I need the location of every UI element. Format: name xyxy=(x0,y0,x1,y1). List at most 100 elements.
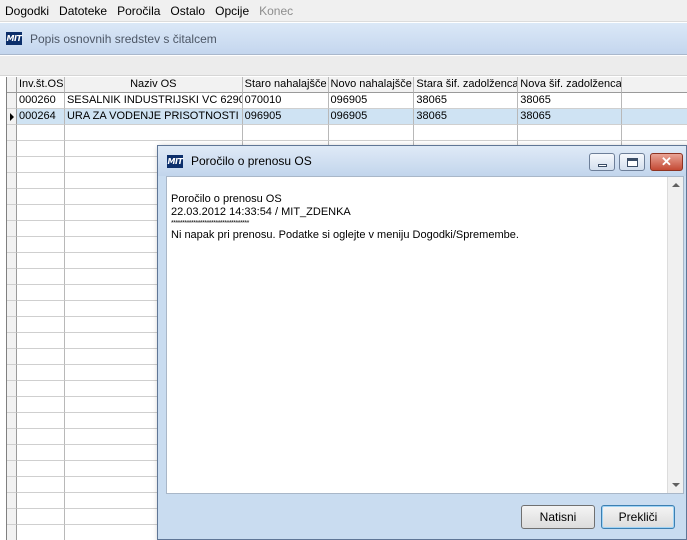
empty-cell xyxy=(17,461,65,477)
table-row[interactable]: 000260 SESALNIK INDUSTRIJSKI VC 6290 070… xyxy=(7,93,687,109)
column-header-novo-nahalajsce[interactable]: Novo nahalajšče xyxy=(328,77,415,93)
empty-cell xyxy=(17,445,65,461)
empty-cell xyxy=(17,493,65,509)
empty-cell xyxy=(622,125,687,141)
report-line-timestamp: 22.03.2012 14:33:54 / MIT_ZDENKA xyxy=(171,206,351,218)
menu-konec: Konec xyxy=(259,3,294,18)
cell-nova-sifra[interactable]: 38065 xyxy=(518,109,623,125)
minimize-button[interactable] xyxy=(589,153,615,171)
report-separator: *********************************** xyxy=(171,220,249,227)
empty-cell xyxy=(17,237,65,253)
empty-cell xyxy=(17,125,65,141)
row-indicator xyxy=(7,397,17,413)
row-indicator xyxy=(7,525,17,540)
row-indicator[interactable] xyxy=(7,93,17,109)
row-indicator xyxy=(7,205,17,221)
empty-row xyxy=(7,125,687,141)
cell-novo-nahalajsce[interactable]: 096905 xyxy=(328,109,415,125)
row-indicator xyxy=(7,189,17,205)
report-line-title: Poročilo o prenosu OS xyxy=(171,193,282,205)
empty-cell xyxy=(17,509,65,525)
empty-cell xyxy=(17,173,65,189)
empty-cell xyxy=(17,477,65,493)
menu-porocila[interactable]: Poročila xyxy=(112,0,165,22)
menu-datoteke[interactable]: Datoteke xyxy=(54,0,112,22)
cell-naziv[interactable]: SESALNIK INDUSTRIJSKI VC 6290 xyxy=(64,93,243,109)
print-button[interactable]: Natisni xyxy=(521,505,595,529)
empty-cell xyxy=(17,253,65,269)
row-indicator xyxy=(7,317,17,333)
report-content: Poročilo o prenosu OS 22.03.2012 14:33:5… xyxy=(171,193,519,242)
cell-inv-st[interactable]: 000260 xyxy=(17,93,65,109)
row-indicator xyxy=(7,429,17,445)
cancel-button[interactable]: Prekliči xyxy=(601,505,675,529)
empty-cell xyxy=(17,525,65,540)
row-indicator xyxy=(7,269,17,285)
empty-cell xyxy=(17,285,65,301)
empty-cell xyxy=(328,125,415,141)
empty-cell xyxy=(518,125,623,141)
row-indicator xyxy=(7,141,17,157)
dialog-titlebar[interactable]: MIT Poročilo o prenosu OS ✕ xyxy=(158,146,686,176)
empty-cell xyxy=(17,221,65,237)
cell-filler xyxy=(622,109,687,125)
empty-cell xyxy=(17,141,65,157)
table-row-selected[interactable]: 000264 URA ZA VODENJE PRISOTNOSTI 096905… xyxy=(7,109,687,125)
maximize-icon xyxy=(627,158,638,167)
report-message: Ni napak pri prenosu. Podatke si oglejte… xyxy=(171,229,519,241)
menu-opcije[interactable]: Opcije xyxy=(210,0,254,22)
column-header-naziv[interactable]: Naziv OS xyxy=(64,77,243,93)
column-header-nova-sifra[interactable]: Nova šif. zadolženca xyxy=(518,77,623,93)
row-indicator xyxy=(7,349,17,365)
toolbar-band xyxy=(0,56,687,76)
row-indicator xyxy=(7,461,17,477)
row-indicator xyxy=(7,493,17,509)
cell-inv-st[interactable]: 000264 xyxy=(17,109,65,125)
window-title: Popis osnovnih sredstev s čitalcem xyxy=(30,31,217,46)
row-indicator xyxy=(7,445,17,461)
empty-cell xyxy=(17,189,65,205)
maximize-button[interactable] xyxy=(619,153,645,171)
vertical-scrollbar[interactable] xyxy=(667,177,683,493)
row-indicator xyxy=(7,253,17,269)
cell-novo-nahalajsce[interactable]: 096905 xyxy=(328,93,415,109)
cell-staro-nahalajsce[interactable]: 096905 xyxy=(242,109,329,125)
column-header-filler xyxy=(622,77,687,93)
cell-stara-sifra[interactable]: 38065 xyxy=(414,93,519,109)
row-indicator xyxy=(7,333,17,349)
grid-header-row: Inv.št.OS Naziv OS Staro nahalajšče Novo… xyxy=(7,77,687,93)
column-header-staro-nahalajsce[interactable]: Staro nahalajšče xyxy=(242,77,329,93)
empty-cell xyxy=(64,125,243,141)
row-indicator xyxy=(7,365,17,381)
cell-nova-sifra[interactable]: 38065 xyxy=(518,93,623,109)
column-header-stara-sifra[interactable]: Stara šif. zadolženca xyxy=(414,77,519,93)
cell-naziv[interactable]: URA ZA VODENJE PRISOTNOSTI xyxy=(64,109,243,125)
cell-stara-sifra[interactable]: 38065 xyxy=(414,109,519,125)
window-header: MIT Popis osnovnih sredstev s čitalcem xyxy=(0,23,687,55)
row-indicator xyxy=(7,173,17,189)
empty-cell xyxy=(17,397,65,413)
empty-cell xyxy=(242,125,329,141)
row-indicator xyxy=(7,477,17,493)
column-header-inv-st[interactable]: Inv.št.OS xyxy=(17,77,65,93)
report-text-area[interactable]: Poročilo o prenosu OS 22.03.2012 14:33:5… xyxy=(166,176,684,494)
row-indicator xyxy=(7,285,17,301)
empty-cell xyxy=(17,413,65,429)
empty-cell xyxy=(17,429,65,445)
empty-cell xyxy=(17,381,65,397)
close-icon: ✕ xyxy=(661,154,672,169)
row-indicator-header xyxy=(7,77,17,93)
empty-cell xyxy=(17,349,65,365)
empty-cell xyxy=(17,269,65,285)
scroll-up-icon[interactable] xyxy=(672,183,680,187)
empty-cell xyxy=(414,125,519,141)
row-indicator xyxy=(7,509,17,525)
empty-cell xyxy=(17,157,65,173)
current-row-indicator[interactable] xyxy=(7,109,17,125)
close-button[interactable]: ✕ xyxy=(650,153,683,171)
cell-staro-nahalajsce[interactable]: 070010 xyxy=(242,93,329,109)
dialog-title: Poročilo o prenosu OS xyxy=(191,154,312,168)
scroll-down-icon[interactable] xyxy=(672,483,680,487)
menu-ostalo[interactable]: Ostalo xyxy=(165,0,210,22)
menu-dogodki[interactable]: Dogodki xyxy=(0,0,54,22)
